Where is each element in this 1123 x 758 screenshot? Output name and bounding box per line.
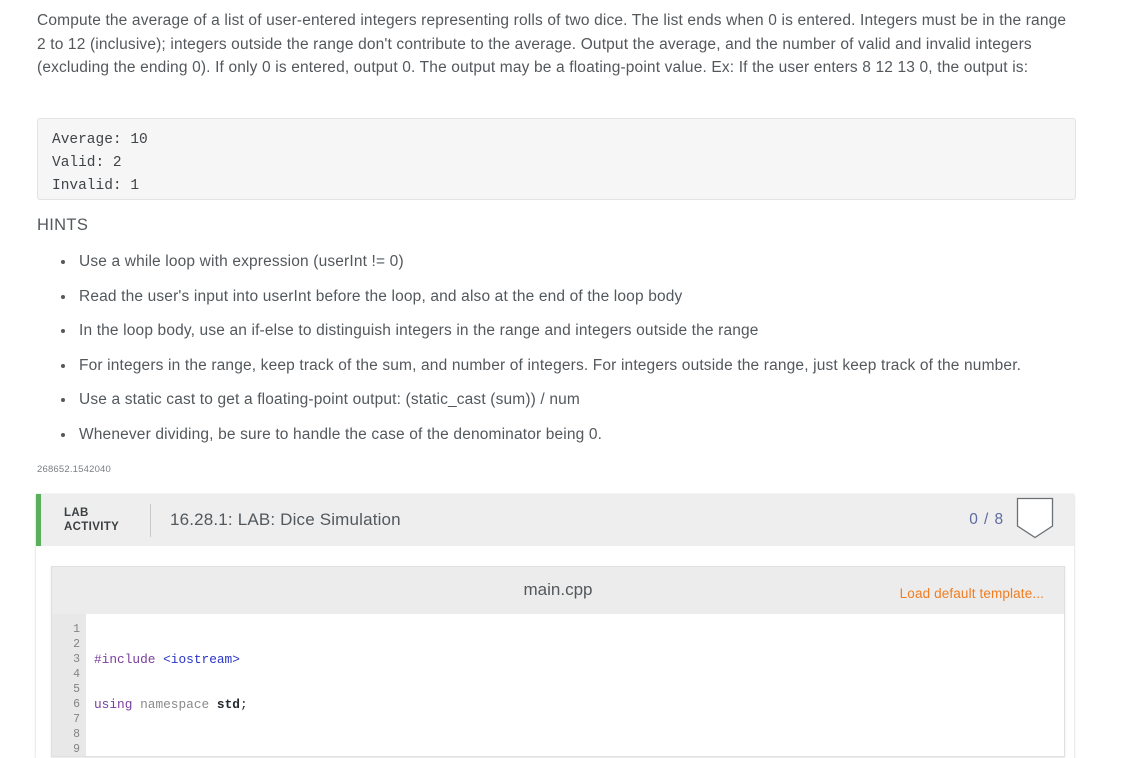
code-line: using namespace std;	[94, 697, 248, 712]
lab-activity-title: 16.28.1: LAB: Dice Simulation	[170, 510, 401, 529]
line-number: 3	[73, 653, 80, 666]
shield-badge-icon[interactable]	[1016, 497, 1054, 539]
hints-heading: HINTS	[37, 216, 89, 234]
lab-activity-header: LAB ACTIVITY 16.28.1: LAB: Dice Simulati…	[36, 494, 1074, 546]
hint-item: Use a while loop with expression (userIn…	[61, 252, 1123, 272]
code-editor-card: main.cpp Load default template... 1 2 3 …	[51, 566, 1065, 757]
hint-item: In the loop body, use an if-else to dist…	[61, 321, 1123, 341]
code-line: #include <iostream>	[94, 652, 240, 667]
line-number: 4	[73, 668, 80, 681]
hint-item: Whenever dividing, be sure to handle the…	[61, 425, 1123, 445]
line-number: 5	[73, 683, 80, 696]
lab-activity-tag: LAB ACTIVITY	[64, 506, 150, 534]
hint-item: Read the user's input into userInt befor…	[61, 287, 1123, 307]
line-number-gutter: 1 2 3 4 5 6 7 8 9	[52, 614, 86, 756]
lab-score: 0 / 8	[969, 511, 1004, 528]
activity-id: 268652.1542040	[37, 464, 111, 475]
lab-assignment-page: Compute the average of a list of user-en…	[0, 0, 1123, 758]
lab-tag-line1: LAB	[64, 507, 89, 519]
line-number: 7	[73, 713, 80, 726]
hint-item: For integers in the range, keep track of…	[61, 356, 1123, 376]
assignment-prompt: Compute the average of a list of user-en…	[37, 12, 1067, 77]
line-number: 2	[73, 638, 80, 651]
hints-list: Use a while loop with expression (userIn…	[37, 252, 1123, 459]
hint-item: Use a static cast to get a floating-poin…	[61, 390, 1123, 410]
header-divider	[150, 503, 151, 537]
example-output-text: Average: 10 Valid: 2 Invalid: 1	[52, 132, 148, 194]
line-number: 6	[73, 698, 80, 711]
lab-tag-line2: ACTIVITY	[64, 521, 120, 533]
code-text-area[interactable]: #include <iostream> using namespace std;…	[86, 614, 1064, 756]
load-default-template-link[interactable]: Load default template...	[900, 586, 1044, 601]
line-number: 9	[73, 743, 80, 756]
line-number: 8	[73, 728, 80, 741]
code-editor-body[interactable]: 1 2 3 4 5 6 7 8 9 #include <iostream> us…	[51, 614, 1065, 757]
code-editor-header: main.cpp Load default template...	[51, 566, 1065, 614]
example-output-box: Average: 10 Valid: 2 Invalid: 1	[37, 118, 1076, 200]
line-number: 1	[73, 623, 80, 636]
lab-score-area: 0 / 8	[969, 494, 1074, 546]
